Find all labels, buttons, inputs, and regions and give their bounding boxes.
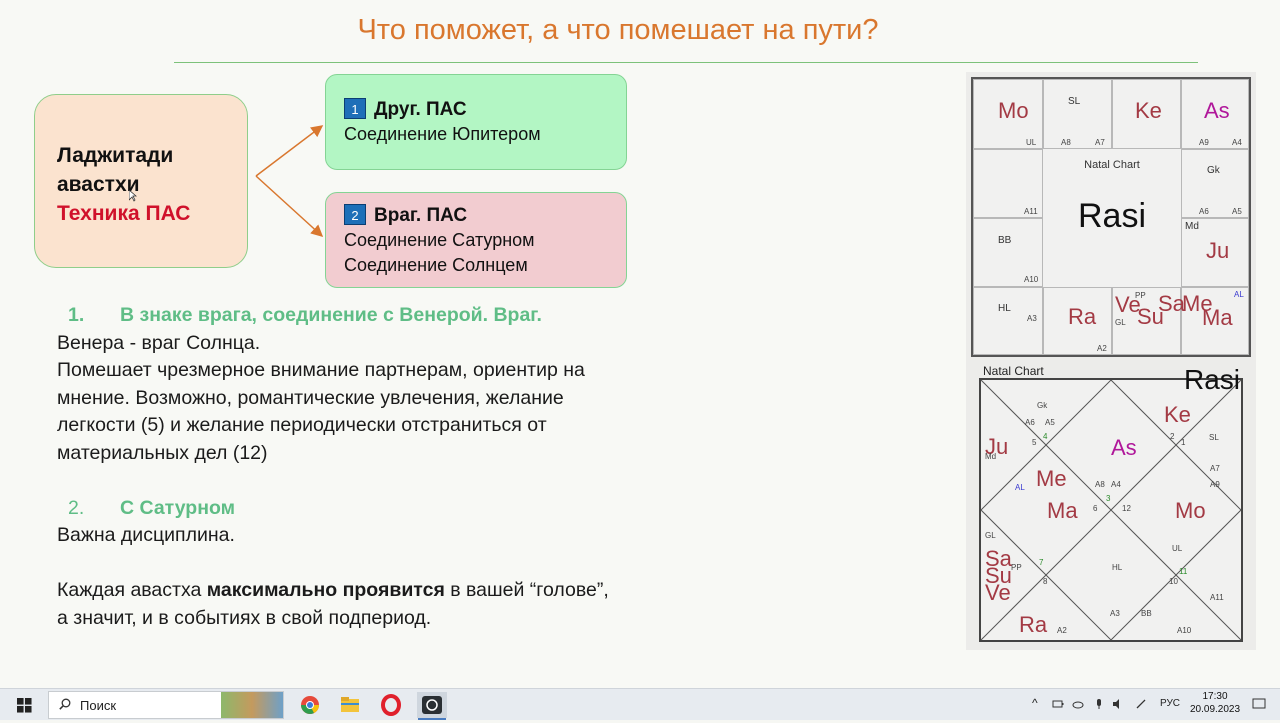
rasi-title: Rasi [1077, 197, 1147, 235]
rasi-cell: A11 [973, 149, 1043, 218]
rasi-cell: As A9 A4 [1181, 79, 1249, 149]
para1-line: мнение. Возможно, романтические увлечени… [57, 386, 564, 409]
language-indicator[interactable]: РУС [1160, 698, 1180, 709]
friend-pas-title: Друг. ПАС [374, 99, 467, 120]
enemy-pas-title: Враг. ПАС [374, 205, 468, 226]
enemy-pas-line1: Соединение Сатурном [344, 230, 535, 250]
lajitadi-line1: Ладжитади [57, 144, 174, 167]
rasi-south-chart: Mo UL SL A8 A7 Ke As A9 A4 A11 Gk A6 A5 … [971, 77, 1251, 357]
clock-date: 20.09.2023 [1190, 704, 1241, 715]
windows-start-icon[interactable] [17, 698, 32, 713]
notifications-icon[interactable] [1252, 698, 1266, 710]
rasi-cell: Ke [1112, 79, 1181, 149]
enemy-pas-box: 2 Враг. ПАС Соединение Сатурном Соединени… [325, 192, 627, 288]
rasi-cell: SL A8 A7 [1043, 79, 1112, 149]
para2-line: Важна дисциплина. [57, 524, 235, 546]
para1-line: Помешает чрезмерное внимание партнерам, … [57, 359, 585, 381]
para1-line: материальных дел (12) [57, 441, 268, 464]
badge-2: 2 [344, 204, 366, 225]
north-chart-caption: Natal Chart [983, 364, 1044, 378]
rasi-cell: HL A3 [973, 287, 1043, 355]
obs-icon[interactable] [417, 692, 447, 718]
rasi-cell: Ra A2 [1043, 287, 1112, 355]
clock-time: 17:30 [1202, 691, 1228, 702]
rasi-center: Natal Chart Rasi [1043, 149, 1181, 287]
volume-icon[interactable] [1112, 698, 1124, 710]
rasi-cell: BB A10 [973, 218, 1043, 287]
slide-body: 1. В знаке врага, соединение с Венерой. В… [57, 302, 747, 632]
microphone-icon[interactable] [1093, 698, 1105, 710]
lajitadi-line2: авастхи [57, 173, 140, 196]
enemy-pas-line2: Соединение Солнцем [344, 255, 528, 275]
rasi-cell: Gk A6 A5 [1181, 149, 1249, 218]
lajitadi-box: Ладжитади авастхи Техника ПАС [34, 94, 248, 268]
mouse-cursor-icon [129, 190, 137, 202]
rasi-cell: Md Ju [1181, 218, 1249, 287]
closing-line1: Каждая авастха максимально проявится в в… [57, 579, 609, 601]
cloud-icon[interactable] [1072, 698, 1084, 710]
para1-line: легкости (5) и желание периодически отст… [57, 414, 547, 436]
para1-line: Венера - враг Солнца. [57, 331, 261, 354]
lajitadi-line3: Техника ПАС [57, 202, 191, 225]
search-highlight-image [221, 692, 283, 718]
pen-icon[interactable] [1135, 698, 1147, 710]
file-explorer-icon[interactable] [335, 692, 365, 718]
rasi-caption: Natal Chart [1084, 159, 1140, 171]
taskbar-clock[interactable]: 17:30 20.09.2023 [1190, 690, 1240, 716]
rasi-cell: Sa Me AL Ma [1158, 287, 1249, 355]
badge-1: 1 [344, 98, 366, 119]
friend-pas-box: 1 Друг. ПАС Соединение Юпитером [325, 74, 627, 170]
title-divider [174, 62, 1198, 63]
branch-arrows [255, 125, 324, 238]
slide-title: Что поможет, а что помешает на пути? [357, 14, 879, 46]
windows-taskbar: Поиск ^ РУС 17:30 20.09.2023 [0, 688, 1280, 720]
closing-line2: а значит, и в событиях в свой подпериод. [57, 606, 432, 629]
search-icon [59, 698, 71, 710]
taskbar-search-box[interactable]: Поиск [48, 691, 284, 719]
tray-chevron-icon[interactable]: ^ [1032, 696, 1038, 710]
north-chart-title: Rasi [1184, 364, 1241, 395]
friend-pas-line1: Соединение Юпитером [344, 124, 541, 144]
presentation-slide: Что поможет, а что помешает на пути? Лад… [0, 0, 1280, 688]
battery-icon[interactable] [1052, 698, 1064, 710]
search-placeholder: Поиск [80, 698, 117, 713]
item2-heading: 2. С Сатурном [68, 496, 236, 519]
item1-heading: 1. В знаке врага, соединение с Венерой. В… [68, 304, 542, 326]
chrome-icon[interactable] [295, 692, 325, 718]
rasi-cell: Mo UL [973, 79, 1043, 149]
rasi-north-chart: Rasi Gk A6 A5 5 4 Ke 2 1 SL Ju Md As A7 … [979, 364, 1243, 642]
opera-icon[interactable] [376, 692, 406, 718]
